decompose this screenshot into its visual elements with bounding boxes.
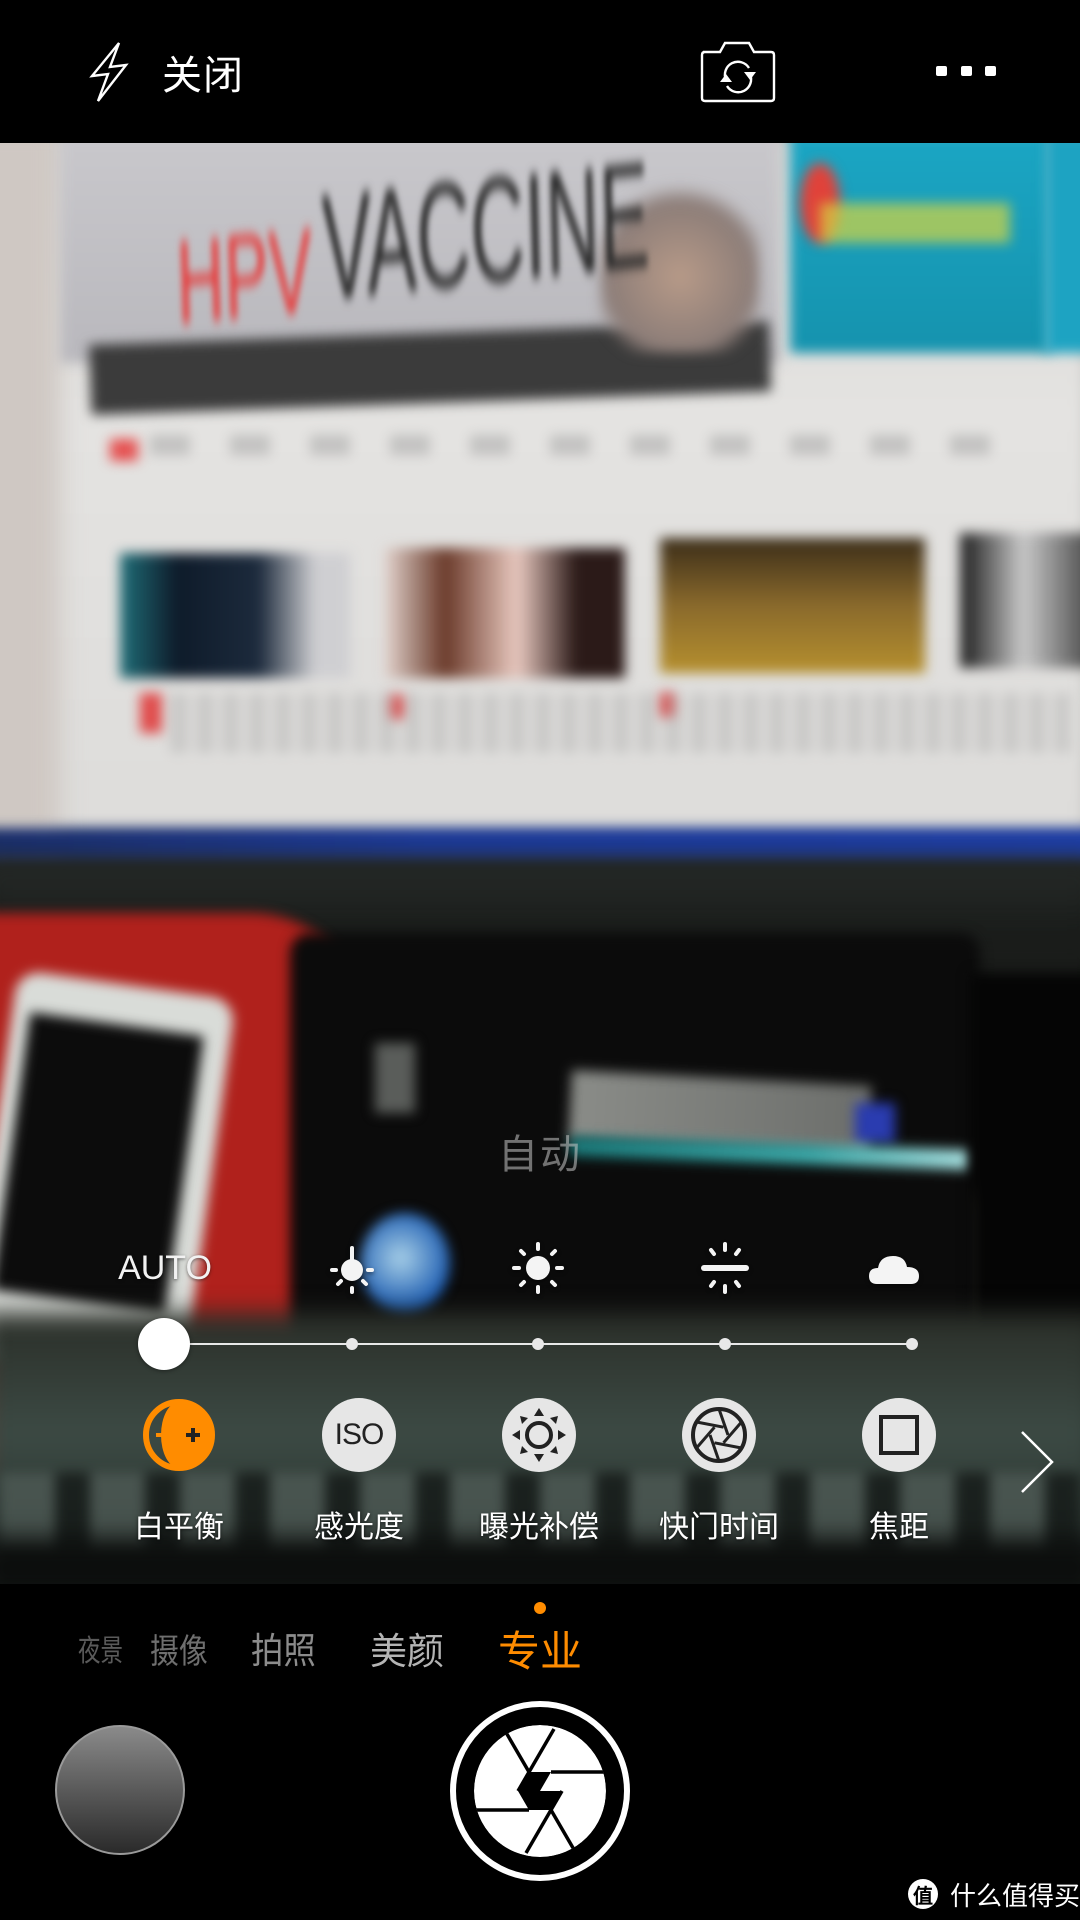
flash-state-label: 关闭: [162, 53, 244, 99]
preview-scene: HPV: [174, 203, 315, 350]
daylight-icon: [512, 1242, 564, 1294]
iso-icon-text: ISO: [334, 1418, 385, 1451]
mode-beauty[interactable]: 美颜: [370, 1628, 444, 1676]
preview-scene: [170, 693, 1070, 753]
mode-photo[interactable]: 拍照: [251, 1628, 316, 1676]
mode-selector: 夜景 摄像 拍照 美颜 专业: [0, 1584, 1080, 1694]
slider-knob[interactable]: [138, 1318, 190, 1370]
shutter-speed-icon: [682, 1398, 756, 1472]
mode-night[interactable]: 夜景: [78, 1628, 123, 1676]
incandescent-icon: [330, 1246, 374, 1294]
slider-stop[interactable]: [346, 1338, 358, 1350]
slider-stop[interactable]: [719, 1338, 731, 1350]
pro-controls-next-button[interactable]: [1010, 1426, 1060, 1498]
watermark-text: 什么值得买: [950, 1881, 1080, 1912]
wb-preset-incandescent[interactable]: [312, 1236, 392, 1300]
exposure-icon: [502, 1398, 576, 1472]
fluorescent-icon: [701, 1242, 749, 1294]
white-balance-slider[interactable]: [138, 1316, 938, 1372]
wb-preset-cloudy[interactable]: [855, 1236, 935, 1300]
flash-icon: [89, 42, 129, 102]
pro-control-shutter-speed[interactable]: 快门时间: [644, 1398, 794, 1548]
pro-controls-bar: 白平衡 ISO 感光度 曝光补偿 快门时间 焦距: [0, 1398, 1080, 1548]
top-bar: 关闭: [0, 0, 1080, 143]
preview-scene: [820, 203, 1010, 243]
chevron-right-icon: [1021, 1431, 1054, 1493]
gallery-thumbnail[interactable]: [55, 1725, 185, 1855]
pro-control-label: 焦距: [869, 1510, 929, 1545]
selected-mode-indicator: [534, 1602, 546, 1614]
preview-scene: [1045, 143, 1080, 353]
wb-preset-daylight[interactable]: [498, 1236, 578, 1300]
focus-icon: [862, 1398, 936, 1472]
iso-icon: ISO: [322, 1398, 396, 1472]
pro-control-label: 快门时间: [659, 1510, 779, 1545]
pro-control-focus[interactable]: 焦距: [824, 1398, 974, 1548]
watermark: 值 什么值得买: [908, 1878, 1080, 1912]
pro-control-label: 曝光补偿: [479, 1510, 599, 1545]
pro-control-iso[interactable]: ISO 感光度: [284, 1398, 434, 1548]
preview-scene: [110, 439, 138, 461]
shutter-button[interactable]: [450, 1701, 630, 1881]
preview-scene: [385, 548, 625, 678]
more-dot: [985, 66, 996, 76]
preview-scene: [0, 828, 1080, 862]
watermark-badge: 值: [908, 1879, 938, 1909]
preview-scene: [140, 693, 162, 733]
pro-control-white-balance[interactable]: 白平衡: [104, 1398, 254, 1548]
slider-stop[interactable]: [906, 1338, 918, 1350]
preview-scene: [660, 538, 925, 673]
cloudy-icon: [869, 1256, 919, 1284]
pro-control-label: 感光度: [314, 1510, 404, 1545]
preview-scene: [375, 1043, 415, 1113]
more-dot: [960, 66, 972, 76]
mode-pro[interactable]: 专业: [498, 1628, 582, 1676]
wb-preset-fluorescent[interactable]: [685, 1236, 765, 1300]
white-balance-presets: AUTO: [0, 1236, 1080, 1300]
pro-control-exposure[interactable]: 曝光补偿: [464, 1398, 614, 1548]
preview-scene: VACCINE: [319, 143, 652, 332]
focus-mode-hint: 自动: [498, 1132, 582, 1178]
white-balance-icon: [142, 1398, 216, 1472]
preview-scene: [0, 143, 60, 843]
flash-toggle-button[interactable]: 关闭: [86, 36, 244, 108]
more-dot: [936, 66, 947, 76]
aperture-icon: [474, 1725, 606, 1857]
wb-preset-auto[interactable]: AUTO: [118, 1236, 212, 1300]
more-options-button[interactable]: [928, 52, 1004, 90]
wb-auto-label: AUTO: [118, 1248, 212, 1287]
preview-scene: [150, 435, 1010, 455]
mode-video[interactable]: 摄像: [150, 1628, 208, 1676]
slider-stop[interactable]: [532, 1338, 544, 1350]
preview-scene: [120, 553, 350, 678]
camera-switch-icon: [700, 41, 776, 103]
pro-control-label: 白平衡: [134, 1510, 224, 1545]
switch-camera-button[interactable]: [698, 40, 778, 104]
preview-scene: [960, 533, 1080, 668]
